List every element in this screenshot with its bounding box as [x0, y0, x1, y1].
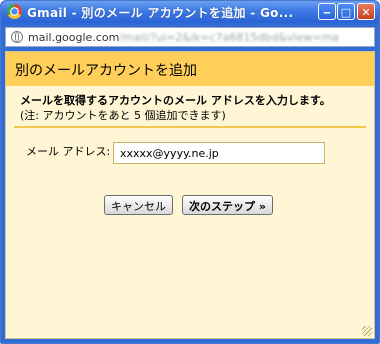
globe-icon	[11, 31, 23, 43]
instruction-text: メールを取得するアカウントのメール アドレスを入力します。	[20, 94, 331, 107]
url-path: /mail/?ui=2&ik=c7a6815dbd&view=ma	[119, 31, 339, 44]
url-domain: mail.google.com	[28, 31, 120, 44]
dialog-page: 別のメールアカウントを追加 メールを取得するアカウントのメール アドレスを入力し…	[5, 51, 375, 339]
close-button[interactable]: ✕	[357, 3, 375, 20]
note-text: (注: アカウントをあと 5 個追加できます)	[20, 109, 226, 122]
divider	[14, 126, 366, 128]
cancel-button[interactable]: キャンセル	[104, 195, 173, 215]
maximize-button[interactable]: □	[337, 3, 355, 20]
maximize-icon: □	[340, 6, 352, 19]
close-icon: ✕	[361, 6, 371, 19]
minimize-icon: ‒	[323, 6, 331, 19]
window-title: Gmail - 別のメール アカウントを追加 - Go...	[27, 6, 294, 20]
browser-window: Gmail - 別のメール アカウントを追加 - Go... ‒ □ ✕ mai…	[0, 0, 380, 344]
chrome-logo-icon	[7, 4, 22, 19]
address-bar[interactable]: mail.google.com/mail/?ui=2&ik=c7a6815dbd…	[5, 27, 375, 47]
email-label: メール アドレス:	[26, 145, 111, 158]
minimize-button[interactable]: ‒	[318, 3, 336, 20]
dialog-header: 別のメールアカウントを追加	[6, 52, 374, 86]
email-field[interactable]	[113, 142, 325, 164]
next-step-button[interactable]: 次のステップ »	[182, 195, 273, 215]
dialog-title: 別のメールアカウントを追加	[15, 63, 197, 79]
resize-grip-icon[interactable]	[362, 326, 372, 336]
title-bar[interactable]: Gmail - 別のメール アカウントを追加 - Go... ‒ □ ✕	[1, 1, 379, 23]
url-text[interactable]: mail.google.com/mail/?ui=2&ik=c7a6815dbd…	[28, 31, 339, 44]
